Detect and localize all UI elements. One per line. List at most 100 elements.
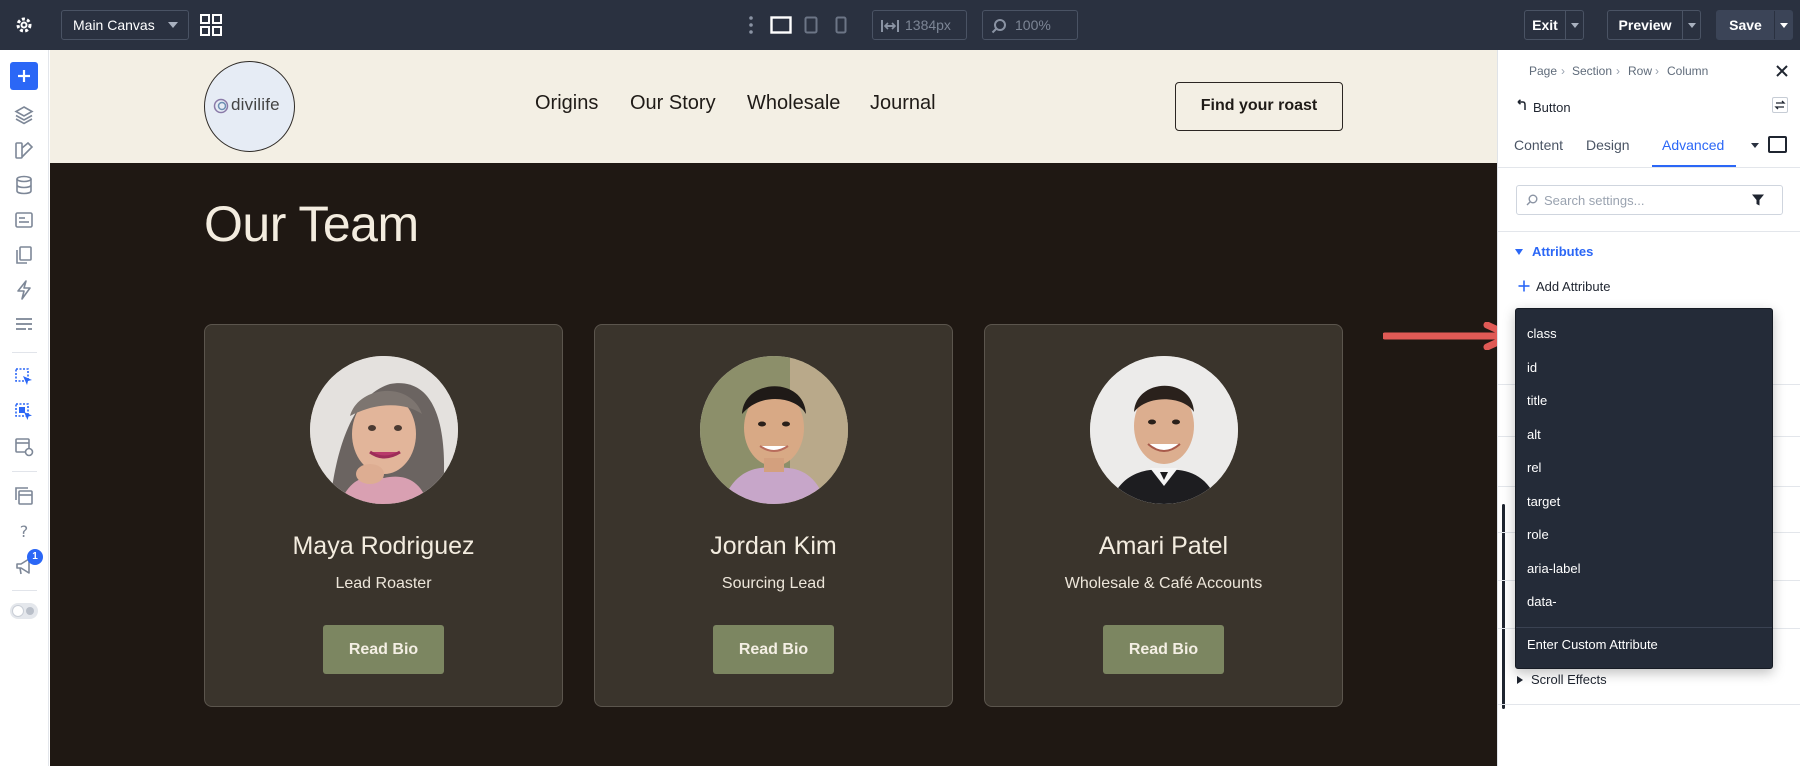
site-header: divilife Origins Our Story Wholesale Jou…: [50, 50, 1497, 163]
help-icon[interactable]: ?: [13, 520, 35, 542]
save-button[interactable]: Save: [1716, 10, 1793, 40]
nav-link-wholesale[interactable]: Wholesale: [747, 92, 840, 115]
theme-toggle[interactable]: [10, 603, 38, 619]
tabs-more-caret-icon[interactable]: [1751, 143, 1759, 148]
team-photo-amari: [1090, 356, 1238, 504]
swap-element-icon[interactable]: [1772, 97, 1788, 113]
add-attribute-button[interactable]: Add Attribute: [1536, 279, 1610, 294]
canvas-width-value: 1384px: [905, 17, 951, 33]
expand-caret-icon[interactable]: [1517, 676, 1523, 684]
grid-layout-icon[interactable]: [200, 14, 222, 36]
tab-design[interactable]: Design: [1586, 137, 1630, 153]
read-bio-button[interactable]: Read Bio: [323, 625, 444, 674]
multi-select-icon[interactable]: [13, 401, 35, 423]
dropdown-item-title[interactable]: title: [1527, 393, 1547, 408]
dropdown-item-role[interactable]: role: [1527, 527, 1549, 542]
dropdown-item-alt[interactable]: alt: [1527, 427, 1541, 442]
lines-layout-icon[interactable]: [13, 314, 35, 336]
attribute-dropdown-menu: class id title alt rel target role aria-…: [1515, 308, 1773, 669]
settings-gear-icon[interactable]: [10, 10, 38, 40]
tab-advanced[interactable]: Advanced: [1662, 137, 1724, 153]
breadcrumb-row[interactable]: Row: [1628, 64, 1652, 78]
layers-icon[interactable]: [13, 104, 35, 126]
tab-content[interactable]: Content: [1514, 137, 1563, 153]
team-name: Amari Patel: [1098, 532, 1229, 560]
panel-scrollbar[interactable]: [1502, 504, 1505, 709]
team-name: Jordan Kim: [710, 532, 837, 560]
lightning-icon[interactable]: [13, 279, 35, 301]
scroll-effects-group-title[interactable]: Scroll Effects: [1531, 672, 1607, 687]
zoom-field[interactable]: 100%: [982, 10, 1078, 40]
dropdown-item-rel[interactable]: rel: [1527, 460, 1541, 475]
preview-dropdown-caret-icon[interactable]: [1688, 23, 1696, 28]
team-role: Lead Roaster: [335, 575, 432, 592]
dropdown-item-class[interactable]: class: [1527, 326, 1557, 341]
design-tools-icon[interactable]: [13, 139, 35, 161]
more-vertical-icon[interactable]: [744, 14, 758, 36]
nav-link-our-story[interactable]: Our Story: [630, 92, 716, 115]
canvas-select-value: Main Canvas: [73, 17, 155, 33]
plus-icon: [18, 70, 30, 82]
team-card: Maya Rodriguez Lead Roaster Read Bio: [204, 324, 563, 707]
nav-link-journal[interactable]: Journal: [870, 92, 936, 115]
exit-dropdown-caret-icon[interactable]: [1571, 23, 1579, 28]
settings-search-input[interactable]: Search settings...: [1516, 185, 1783, 215]
read-bio-button[interactable]: Read Bio: [713, 625, 834, 674]
team-role: Sourcing Lead: [721, 575, 826, 592]
collapse-caret-icon[interactable]: [1515, 249, 1523, 255]
responsive-view-icon[interactable]: [1768, 136, 1787, 153]
panel-divider: [1498, 167, 1800, 168]
find-your-roast-button[interactable]: Find your roast: [1175, 82, 1343, 131]
logo-swirl-icon: [213, 98, 229, 114]
site-logo[interactable]: divilife: [204, 61, 295, 152]
filter-icon[interactable]: [1751, 193, 1765, 207]
section-title: Our Team: [204, 196, 419, 252]
close-icon[interactable]: [1775, 64, 1789, 78]
breadcrumb-page[interactable]: Page: [1529, 64, 1557, 78]
team-photo-maya: [310, 356, 458, 504]
breadcrumb-separator-icon: ›: [1616, 64, 1620, 78]
zoom-search-icon: [991, 19, 1006, 34]
team-role: Wholesale & Café Accounts: [1064, 575, 1263, 592]
back-arrow-icon[interactable]: [1515, 99, 1527, 111]
dropdown-item-target[interactable]: target: [1527, 494, 1560, 509]
breadcrumb-column[interactable]: Column: [1667, 64, 1708, 78]
nav-link-origins[interactable]: Origins: [535, 92, 598, 115]
exit-button[interactable]: Exit: [1524, 10, 1584, 40]
sidebar-divider: [12, 352, 37, 353]
library-icon[interactable]: [13, 485, 35, 507]
breadcrumb-separator-icon: ›: [1655, 64, 1659, 78]
attributes-group-title[interactable]: Attributes: [1532, 244, 1593, 259]
annotation-arrow-icon: [1383, 322, 1515, 350]
save-dropdown-caret-icon[interactable]: [1780, 23, 1788, 28]
breadcrumb-section[interactable]: Section: [1572, 64, 1612, 78]
preview-button[interactable]: Preview: [1607, 10, 1701, 40]
plus-icon: [1518, 280, 1530, 292]
add-module-button[interactable]: [10, 62, 38, 90]
canvas-width-field[interactable]: 1384px: [872, 10, 967, 40]
dropdown-item-id[interactable]: id: [1527, 360, 1537, 375]
dropdown-item-aria-label[interactable]: aria-label: [1527, 561, 1580, 576]
form-fields-icon[interactable]: [13, 209, 35, 231]
pages-icon[interactable]: [13, 244, 35, 266]
database-icon[interactable]: [13, 174, 35, 196]
template-view-icon[interactable]: [13, 436, 35, 458]
builder-app: Main Canvas 1384px 100% Exit Preview Sav…: [0, 0, 1800, 766]
preview-button-label: Preview: [1618, 17, 1672, 33]
search-icon: [1526, 194, 1538, 206]
zoom-value: 100%: [1015, 17, 1051, 33]
team-name: Maya Rodriguez: [292, 532, 475, 560]
element-type-label: Button: [1533, 100, 1571, 115]
desktop-view-icon[interactable]: [769, 13, 793, 37]
phone-view-icon[interactable]: [829, 13, 853, 37]
top-toolbar: Main Canvas 1384px 100% Exit Preview Sav…: [0, 0, 1800, 50]
tablet-view-icon[interactable]: [799, 13, 823, 37]
canvas-select[interactable]: Main Canvas: [61, 10, 189, 40]
read-bio-button[interactable]: Read Bio: [1103, 625, 1224, 674]
select-element-icon[interactable]: [13, 366, 35, 388]
dropdown-item-data[interactable]: data-: [1527, 594, 1557, 609]
team-photo-jordan: [700, 356, 848, 504]
dropdown-divider: [1516, 627, 1772, 628]
exit-button-label: Exit: [1532, 17, 1558, 33]
dropdown-item-custom-attribute[interactable]: Enter Custom Attribute: [1527, 637, 1658, 652]
